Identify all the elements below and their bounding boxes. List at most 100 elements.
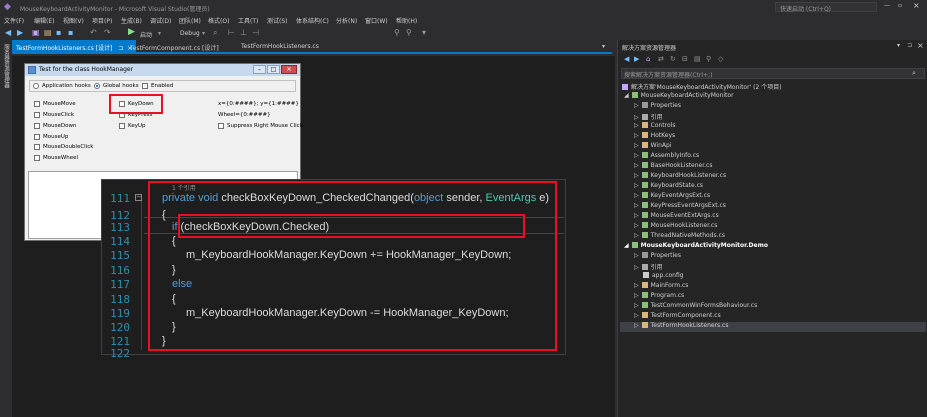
menu-edit[interactable]: 编辑(E) [34, 16, 54, 25]
suppress-right-click-checkbox[interactable] [218, 123, 224, 129]
redo-icon[interactable]: ↷ [104, 28, 111, 37]
pin-icon[interactable]: ⊐ [118, 45, 123, 52]
forward-icon[interactable]: ▶ [17, 28, 23, 37]
minimize-button[interactable]: — [884, 2, 890, 9]
tree-item[interactable]: ▷ MouseEventExtArgs.cs [634, 212, 719, 222]
menu-test[interactable]: 测试(S) [267, 16, 288, 25]
tree-item[interactable]: ▷ 引用 [634, 112, 663, 122]
collapse-all-icon[interactable]: ⊟ [682, 55, 688, 63]
menu-file[interactable]: 文件(F) [4, 16, 24, 25]
home-icon[interactable]: ⌂ [646, 55, 650, 63]
properties-icon [641, 102, 648, 108]
new-project-icon[interactable]: ▣ [32, 28, 40, 37]
toolbar-overflow-icon[interactable]: ▾ [422, 28, 426, 37]
menu-view[interactable]: 视图(V) [63, 16, 84, 25]
close-icon[interactable]: × [917, 41, 924, 50]
menu-window[interactable]: 窗口(W) [365, 16, 388, 25]
align-center-icon[interactable]: ⊥ [240, 28, 247, 37]
tree-item[interactable]: ▷ Properties [634, 252, 681, 262]
form-close-button[interactable]: × [281, 65, 297, 74]
align-right-icon[interactable]: ⊣ [252, 28, 259, 37]
mouseup-checkbox[interactable] [34, 134, 40, 140]
properties-icon[interactable]: ⚲ [706, 55, 711, 63]
tree-item[interactable]: ◢ MouseKeyboardActivityMonitor [624, 92, 734, 102]
properties-icon[interactable]: ⚲ [406, 28, 412, 37]
mousedoubleclick-checkbox[interactable] [34, 144, 40, 150]
sync-icon[interactable]: ⇄ [658, 55, 664, 63]
tree-item[interactable]: ▷ Properties [634, 102, 681, 112]
search-icon[interactable]: ⌕ [912, 69, 916, 78]
tree-item[interactable]: ▷ Controls [634, 122, 675, 132]
menu-tools[interactable]: 工具(T) [238, 16, 258, 25]
keyup-checkbox[interactable] [119, 123, 125, 129]
tree-item[interactable]: ▷ KeyEventArgsExt.cs [634, 192, 710, 202]
mousewheel-checkbox[interactable] [34, 155, 40, 161]
tree-item[interactable]: app.config [643, 272, 684, 282]
undo-icon[interactable]: ↶ [90, 28, 97, 37]
tab-designer-hooklisteners[interactable]: TestFormHookListeners.cs [设计] ⊐ × [12, 40, 137, 54]
tree-item[interactable]: ▷ BaseHookListener.cs [634, 162, 713, 172]
pin-icon[interactable]: ⊐ [907, 42, 912, 49]
tab-overflow-icon[interactable]: ▾ [602, 43, 605, 50]
tab-code-hooklisteners[interactable]: TestFormHookListeners.cs [241, 43, 319, 50]
tree-item-selected[interactable]: ▷ TestFormHookListeners.cs [620, 322, 926, 332]
tree-item[interactable]: ▷ AssemblyInfo.cs [634, 152, 699, 162]
mousedown-checkbox[interactable] [34, 123, 40, 129]
tree-item[interactable]: ▷ KeyboardHookListener.cs [634, 172, 726, 182]
back-icon[interactable]: ◀ [624, 55, 629, 63]
server-explorer-tab[interactable]: 服务器资源管理器 [2, 44, 10, 88]
menu-architecture[interactable]: 体系结构(C) [296, 16, 329, 25]
solution-search-input[interactable]: 搜索解决方案资源管理器(Ctrl+;) ⌕ [621, 68, 925, 79]
quick-launch-input[interactable]: 快速启动 (Ctrl+Q) [775, 2, 877, 13]
forward-icon[interactable]: ▶ [634, 55, 639, 63]
tree-item[interactable]: ▷ 引用 [634, 262, 663, 272]
menu-team[interactable]: 团队(M) [179, 16, 201, 25]
config-dropdown[interactable]: Debug [180, 30, 200, 37]
open-icon[interactable]: ▤ [44, 28, 52, 37]
menu-help[interactable]: 帮助(H) [396, 16, 417, 25]
radio-application-hooks[interactable] [33, 83, 39, 89]
start-label[interactable]: 启动 [140, 30, 152, 39]
view-code-icon[interactable]: ◇ [718, 55, 723, 63]
save-all-icon[interactable]: ▪ [68, 28, 73, 37]
tree-item[interactable]: ▷ KeyboardState.cs [634, 182, 703, 192]
mousemove-checkbox[interactable] [34, 101, 40, 107]
mouseclick-checkbox[interactable] [34, 112, 40, 118]
collapsed-arrow-icon: ▷ [634, 172, 639, 179]
tree-item[interactable]: ▷ ThreadNativeMethods.cs [634, 232, 725, 242]
close-button[interactable]: × [913, 1, 920, 10]
align-left-icon[interactable]: ⊢ [228, 28, 235, 37]
tab-designer-component[interactable]: TestFormComponent.cs [设计] [130, 43, 219, 52]
back-icon[interactable]: ◀ [5, 28, 11, 37]
form-minimize-button[interactable]: – [253, 65, 266, 74]
refresh-icon[interactable]: ↻ [670, 55, 676, 63]
show-all-files-icon[interactable]: ▤ [694, 55, 701, 63]
menu-build[interactable]: 生成(B) [121, 16, 142, 25]
tree-item[interactable]: ▷ KeyPressEventArgsExt.cs [634, 202, 726, 212]
chevron-down-icon[interactable]: ▾ [202, 30, 205, 37]
form-maximize-button[interactable]: □ [267, 65, 280, 74]
find-icon[interactable]: ⌕ [213, 28, 217, 38]
tree-item[interactable]: ▷ Program.cs [634, 292, 684, 302]
tree-item[interactable]: ◢ MouseKeyboardActivityMonitor.Demo [624, 242, 768, 252]
maximize-button[interactable]: ▫ [898, 2, 902, 9]
tree-item[interactable]: ▷ HotKeys [634, 132, 675, 142]
start-icon[interactable]: ▶ [128, 27, 135, 37]
tree-item[interactable]: ▷ TestFormComponent.cs [634, 312, 721, 322]
collapse-icon[interactable]: − [135, 194, 142, 201]
radio-global-hooks[interactable] [94, 83, 100, 89]
enabled-checkbox[interactable]: ✓ [142, 83, 148, 89]
tree-item[interactable]: ▷ WinApi [634, 142, 671, 152]
save-icon[interactable]: ▪ [56, 28, 61, 37]
attach-icon[interactable]: ⚲ [394, 28, 400, 37]
tree-solution-root[interactable]: 解决方案'MouseKeyboardActivityMonitor' (2 个项… [622, 82, 782, 92]
menu-debug[interactable]: 调试(D) [150, 16, 171, 25]
menu-project[interactable]: 项目(P) [92, 16, 112, 25]
tree-item[interactable]: ▷ MouseHookListener.cs [634, 222, 717, 232]
panel-dropdown-icon[interactable]: ▾ [897, 42, 900, 49]
menu-format[interactable]: 格式(O) [208, 16, 229, 25]
tree-item[interactable]: ▷ MainForm.cs [634, 282, 688, 292]
tree-item[interactable]: ▷ TestCommonWinFormsBehaviour.cs [634, 302, 757, 312]
chevron-down-icon[interactable]: ▾ [158, 30, 161, 37]
menu-analyze[interactable]: 分析(N) [336, 16, 357, 25]
